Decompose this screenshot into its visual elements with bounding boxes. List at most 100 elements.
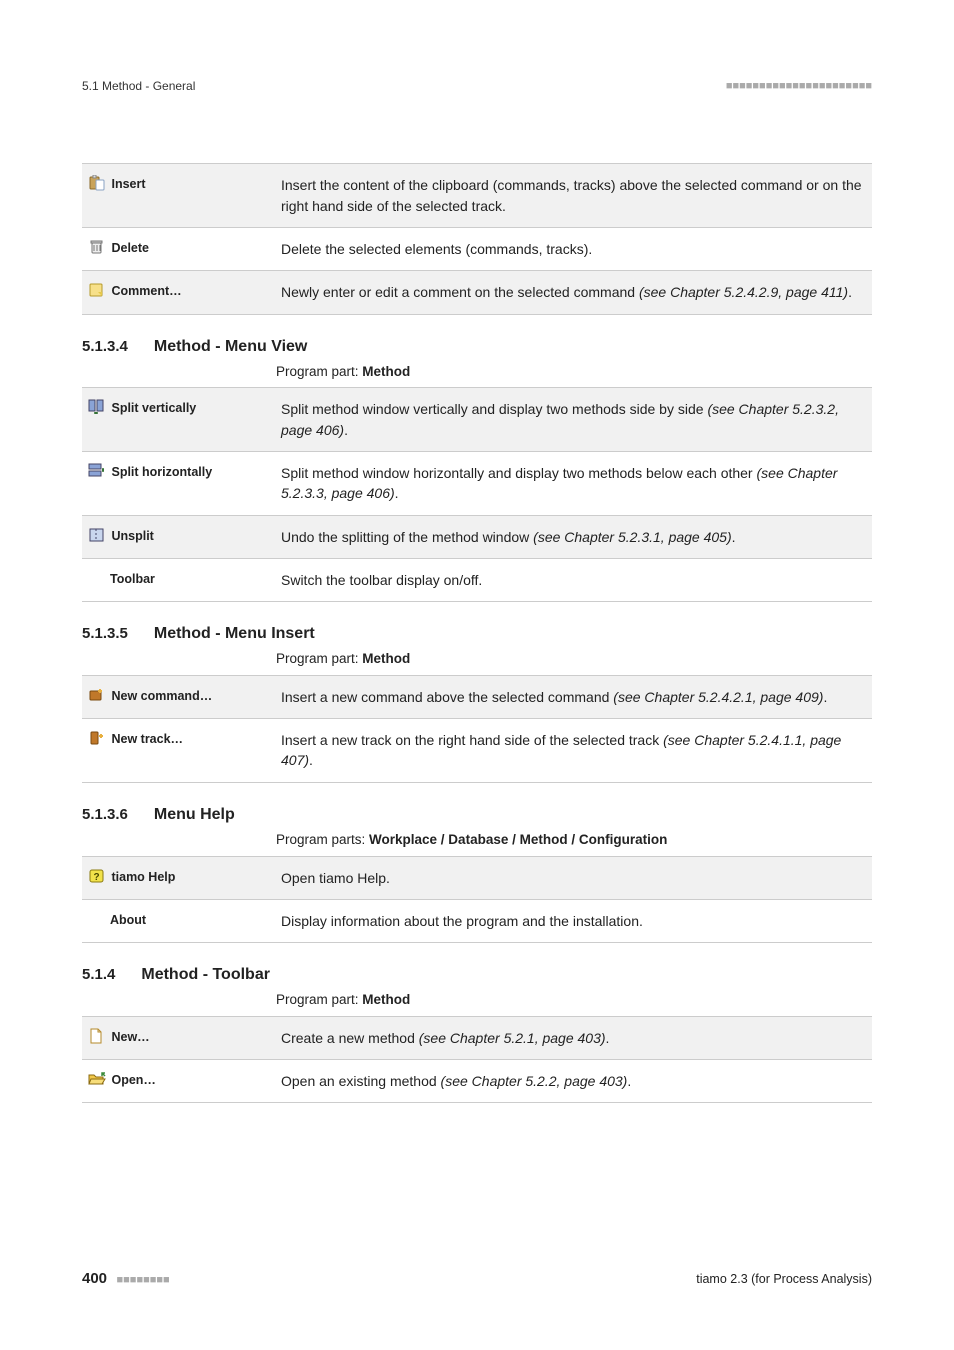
running-header: 5.1 Method - General ■■■■■■■■■■■■■■■■■■■… bbox=[82, 78, 872, 95]
reference-text: (see Chapter 5.2.1, page 403) bbox=[419, 1030, 606, 1046]
menu-view-table: Split vertically Split method window ver… bbox=[82, 387, 872, 602]
insert-label: Insert bbox=[111, 177, 145, 191]
insert-desc: Insert the content of the clipboard (com… bbox=[275, 164, 872, 228]
new-file-icon bbox=[88, 1028, 106, 1044]
section-title: Method - Menu View bbox=[154, 335, 307, 358]
footer-left: 400 ■■■■■■■■ bbox=[82, 1268, 170, 1290]
new-label: New… bbox=[111, 1030, 149, 1044]
nc-label: New command… bbox=[111, 689, 212, 703]
split-vertical-icon bbox=[88, 399, 106, 415]
row-split-horizontal: Split horizontally bbox=[82, 451, 275, 515]
section-number: 5.1.3.4 bbox=[82, 336, 128, 358]
text: Insert a new command above the selected … bbox=[281, 689, 613, 705]
reference-text: (see Chapter 5.2.4.2.1, page 409) bbox=[613, 689, 823, 705]
reference-text: (see Chapter 5.2.2, page 403) bbox=[441, 1073, 628, 1089]
open-folder-icon bbox=[88, 1071, 106, 1087]
text: . bbox=[309, 752, 313, 768]
text: . bbox=[848, 284, 852, 300]
page-footer: 400 ■■■■■■■■ tiamo 2.3 (for Process Anal… bbox=[82, 1268, 872, 1290]
text: . bbox=[344, 422, 348, 438]
toolbar-label: Toolbar bbox=[110, 572, 155, 586]
section-number: 5.1.3.5 bbox=[82, 623, 128, 645]
text: Create a new method bbox=[281, 1030, 419, 1046]
section-title: Menu Help bbox=[154, 803, 235, 826]
text: Program part: bbox=[276, 364, 362, 379]
header-section: 5.1 Method - General bbox=[82, 78, 195, 95]
menu-edit-table: Insert Insert the content of the clipboa… bbox=[82, 163, 872, 314]
text: Method bbox=[362, 992, 410, 1007]
section-title: Method - Toolbar bbox=[141, 963, 270, 986]
text: Method bbox=[362, 651, 410, 666]
text: Program part: bbox=[276, 651, 362, 666]
program-part-view: Program part: Method bbox=[276, 362, 872, 382]
nt-desc: Insert a new track on the right hand sid… bbox=[275, 719, 872, 783]
sh-desc: Split method window horizontally and dis… bbox=[275, 451, 872, 515]
row-about: About bbox=[82, 899, 275, 942]
new-desc: Create a new method (see Chapter 5.2.1, … bbox=[275, 1016, 872, 1059]
text: Undo the splitting of the method window bbox=[281, 529, 533, 545]
text: Split method window horizontally and dis… bbox=[281, 465, 757, 481]
note-icon bbox=[88, 282, 106, 298]
text: Program parts: bbox=[276, 832, 369, 847]
open-label: Open… bbox=[111, 1073, 155, 1087]
text: Newly enter or edit a comment on the sel… bbox=[281, 284, 639, 300]
row-comment: Comment… bbox=[82, 271, 275, 314]
text: Open an existing method bbox=[281, 1073, 441, 1089]
sv-label: Split vertically bbox=[111, 401, 196, 415]
help-icon: ? bbox=[88, 868, 106, 884]
menu-help-table: ? tiamo Help Open tiamo Help. About Disp… bbox=[82, 856, 872, 944]
delete-label: Delete bbox=[111, 241, 149, 255]
header-dots: ■■■■■■■■■■■■■■■■■■■■■■ bbox=[726, 79, 872, 95]
text: . bbox=[627, 1073, 631, 1089]
text: . bbox=[606, 1030, 610, 1046]
text: Method bbox=[362, 364, 410, 379]
new-track-icon bbox=[88, 730, 106, 746]
program-part-toolbar: Program part: Method bbox=[276, 990, 872, 1010]
row-new-track: New track… bbox=[82, 719, 275, 783]
row-delete: Delete bbox=[82, 227, 275, 270]
text: Program part: bbox=[276, 992, 362, 1007]
new-command-icon bbox=[88, 687, 106, 703]
method-toolbar-table: New… Create a new method (see Chapter 5.… bbox=[82, 1016, 872, 1104]
footer-right: tiamo 2.3 (for Process Analysis) bbox=[696, 1270, 872, 1288]
section-title: Method - Menu Insert bbox=[154, 622, 315, 645]
section-number: 5.1.4 bbox=[82, 964, 115, 986]
toolbar-desc: Switch the toolbar display on/off. bbox=[275, 558, 872, 601]
open-desc: Open an existing method (see Chapter 5.2… bbox=[275, 1060, 872, 1103]
about-label: About bbox=[110, 913, 146, 927]
row-new-command: New command… bbox=[82, 675, 275, 718]
row-tiamo-help: ? tiamo Help bbox=[82, 856, 275, 899]
nt-label: New track… bbox=[111, 732, 183, 746]
sh-label: Split horizontally bbox=[111, 465, 212, 479]
row-open: Open… bbox=[82, 1060, 275, 1103]
text: . bbox=[395, 485, 399, 501]
row-toolbar: Toolbar bbox=[82, 558, 275, 601]
unsplit-icon bbox=[88, 527, 106, 543]
section-heading-help: 5.1.3.6 Menu Help bbox=[82, 803, 872, 826]
row-insert: Insert bbox=[82, 164, 275, 228]
sv-desc: Split method window vertically and displ… bbox=[275, 388, 872, 452]
help-label: tiamo Help bbox=[111, 870, 175, 884]
svg-text:?: ? bbox=[93, 872, 99, 883]
trash-icon bbox=[88, 239, 106, 255]
section-heading-insert: 5.1.3.5 Method - Menu Insert bbox=[82, 622, 872, 645]
nc-desc: Insert a new command above the selected … bbox=[275, 675, 872, 718]
program-part-help: Program parts: Workplace / Database / Me… bbox=[276, 830, 872, 850]
text: . bbox=[732, 529, 736, 545]
unsplit-desc: Undo the splitting of the method window … bbox=[275, 515, 872, 558]
unsplit-label: Unsplit bbox=[111, 529, 153, 543]
program-part-insert: Program part: Method bbox=[276, 649, 872, 669]
text: Workplace / Database / Method / Configur… bbox=[369, 832, 667, 847]
section-number: 5.1.3.6 bbox=[82, 804, 128, 826]
delete-desc: Delete the selected elements (commands, … bbox=[275, 227, 872, 270]
text: . bbox=[823, 689, 827, 705]
section-heading-view: 5.1.3.4 Method - Menu View bbox=[82, 335, 872, 358]
split-horizontal-icon bbox=[88, 463, 106, 479]
row-unsplit: Unsplit bbox=[82, 515, 275, 558]
menu-insert-table: New command… Insert a new command above … bbox=[82, 675, 872, 783]
help-desc: Open tiamo Help. bbox=[275, 856, 872, 899]
footer-dots: ■■■■■■■■ bbox=[117, 1274, 170, 1286]
text: Split method window vertically and displ… bbox=[281, 401, 707, 417]
comment-desc: Newly enter or edit a comment on the sel… bbox=[275, 271, 872, 314]
section-heading-toolbar: 5.1.4 Method - Toolbar bbox=[82, 963, 872, 986]
